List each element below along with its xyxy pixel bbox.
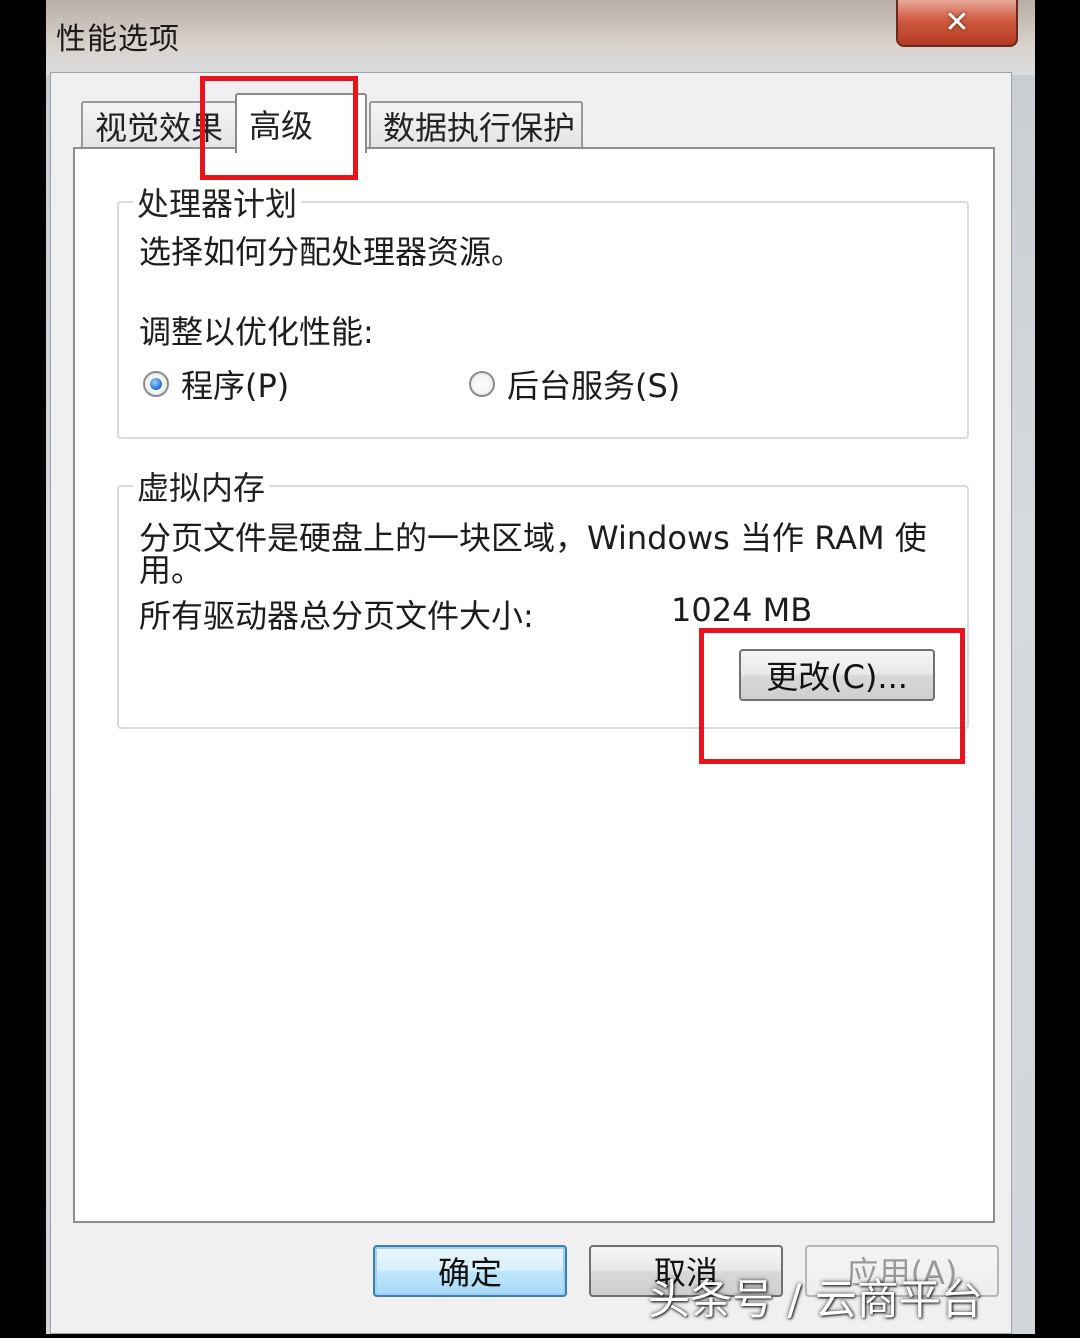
ok-button[interactable]: 确定: [373, 1245, 567, 1297]
paging-file-size-value: 1024 MB: [671, 591, 813, 629]
background-services-radio[interactable]: [469, 371, 495, 397]
tab-data-execution-prevention[interactable]: 数据执行保护: [369, 101, 583, 149]
paging-file-size-label: 所有驱动器总分页文件大小:: [139, 597, 534, 635]
processor-scheduling-title: 处理器计划: [133, 179, 302, 225]
change-button-highlight: [699, 628, 965, 764]
close-button[interactable]: ✕: [896, 0, 1018, 47]
advanced-tab-highlight: [200, 76, 358, 180]
adjust-performance-label: 调整以优化性能:: [139, 313, 374, 351]
window-title: 性能选项: [56, 22, 180, 57]
virtual-memory-description: 分页文件是硬盘上的一块区域，Windows 当作 RAM 使: [139, 519, 927, 557]
title-bar[interactable]: [46, 0, 1035, 75]
close-icon: ✕: [944, 5, 970, 40]
virtual-memory-title: 虚拟内存: [133, 463, 270, 509]
programs-radio[interactable]: [143, 371, 169, 397]
processor-description: 选择如何分配处理器资源。: [139, 233, 524, 271]
tab-label: 数据执行保护: [383, 109, 576, 147]
virtual-memory-description-cont: 用。: [139, 551, 204, 589]
programs-radio-label[interactable]: 程序(P): [181, 361, 289, 407]
background-services-radio-label[interactable]: 后台服务(S): [507, 361, 680, 407]
watermark: 头条号 / 云商平台: [648, 1275, 983, 1324]
